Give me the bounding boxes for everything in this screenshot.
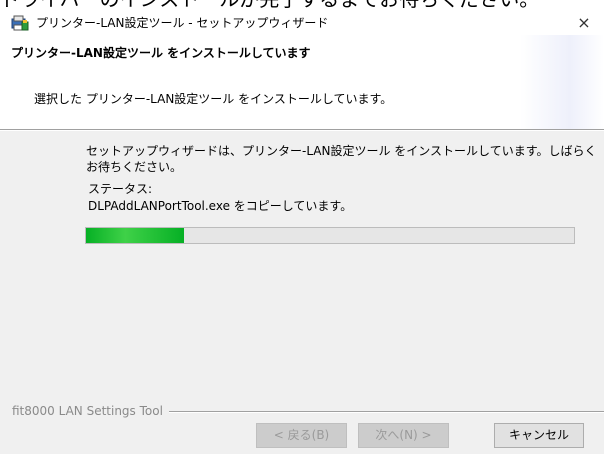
header-divider-highlight [0,130,604,131]
status-label: ステータス: [88,182,153,196]
header-description: 選択した プリンター-LAN設定ツール をインストールしています。 [34,92,393,106]
close-icon[interactable]: × [564,11,604,35]
status-value: DLPAddLANPortTool.exe をコピーしています。 [88,199,353,213]
progress-bar [85,227,575,244]
product-brand: fit8000 LAN Settings Tool [12,402,169,420]
window-title: プリンター-LAN設定ツール - セットアップウィザード [36,16,329,30]
background-window-text: ドライバーのインストールが完了するまでお待ちください。 [0,0,604,11]
header-title: プリンター-LAN設定ツール をインストールしています [11,46,311,60]
title-bar: プリンター-LAN設定ツール - セットアップウィザード × [0,11,604,35]
installer-icon [11,14,29,32]
wizard-header: プリンター-LAN設定ツール をインストールしています 選択した プリンター-L… [0,35,604,129]
install-message: セットアップウィザードは、プリンター-LAN設定ツール をインストールしています… [86,144,597,174]
cancel-button[interactable]: キャンセル [494,423,584,448]
progress-fill [86,228,184,243]
next-button[interactable]: 次へ(N) > [358,423,449,448]
back-button[interactable]: < 戻る(B) [256,423,347,448]
installer-dialog: ドライバーのインストールが完了するまでお待ちください。 プリンター-LAN設定ツ… [0,0,604,454]
